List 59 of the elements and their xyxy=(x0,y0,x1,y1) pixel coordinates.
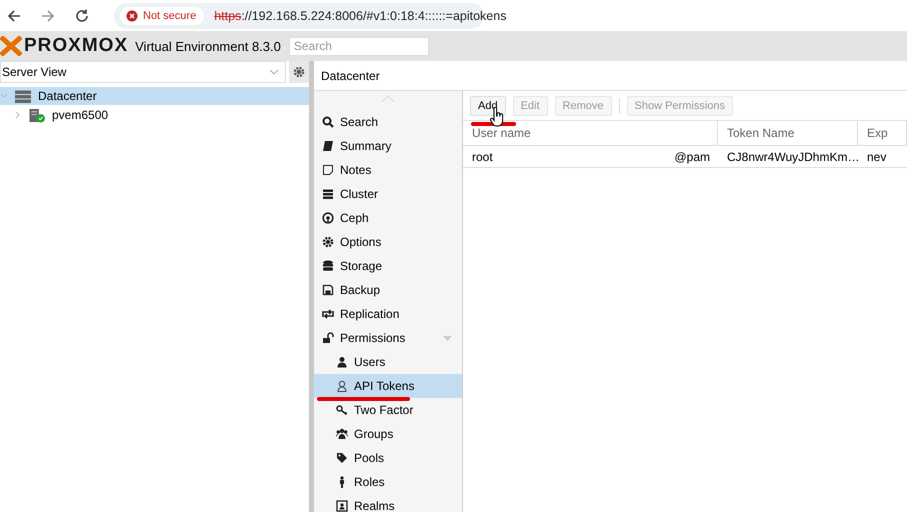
chevron-down-icon xyxy=(269,69,279,75)
table-cell: @pam xyxy=(674,150,710,164)
security-badge[interactable]: Not secure xyxy=(120,6,204,24)
server-rack-icon xyxy=(14,88,32,104)
tags-icon xyxy=(336,452,348,464)
nav-item[interactable]: Realms xyxy=(314,494,462,512)
unlock-icon xyxy=(322,332,334,344)
key-icon xyxy=(336,404,348,416)
product-title: Virtual Environment 8.3.0 xyxy=(135,38,281,54)
gear-icon xyxy=(322,236,334,248)
nav-item[interactable]: Groups xyxy=(314,422,462,446)
nav-item[interactable]: Ceph xyxy=(314,206,462,230)
id-card-icon xyxy=(336,500,348,512)
nav-item[interactable]: Notes xyxy=(314,158,462,182)
nav-item[interactable]: API Tokens xyxy=(314,374,462,398)
forward-icon[interactable] xyxy=(40,8,56,24)
tree-item[interactable]: Datacenter xyxy=(0,87,309,105)
search-icon xyxy=(322,116,334,128)
caret-down-icon[interactable] xyxy=(443,336,452,341)
column-header[interactable]: Exp xyxy=(858,121,907,146)
table-cell: CJ8nwr4WuyJDhmKm… xyxy=(718,146,858,168)
search-field[interactable]: Search xyxy=(288,36,429,56)
nav-item[interactable]: Backup xyxy=(314,278,462,302)
nav-item[interactable]: Storage xyxy=(314,254,462,278)
back-icon[interactable] xyxy=(6,8,22,24)
table-cell: root xyxy=(472,150,493,164)
arrows-icon xyxy=(322,308,334,320)
logo-text: PROXMOX xyxy=(24,35,128,57)
nav-item[interactable]: Permissions xyxy=(314,326,462,350)
table-cell: nev xyxy=(858,146,907,168)
url-text[interactable]: https://192.168.5.224:8006/#v1:0:18:4::::::=apitokens xyxy=(214,8,506,22)
nav-item[interactable]: Roles xyxy=(314,470,462,494)
nav-item[interactable]: Cluster xyxy=(314,182,462,206)
user-outline-icon xyxy=(336,380,348,392)
users-icon xyxy=(336,428,348,440)
view-dropdown[interactable]: Server View xyxy=(0,61,286,83)
nav-item[interactable]: Options xyxy=(314,230,462,254)
database-icon xyxy=(322,260,334,272)
tree-item[interactable]: pvem6500 xyxy=(0,106,309,124)
nav-item[interactable]: Search xyxy=(314,110,462,134)
server-icon xyxy=(322,188,334,200)
reload-icon[interactable] xyxy=(74,8,90,24)
note-icon xyxy=(322,164,334,176)
column-header[interactable]: Token Name xyxy=(718,121,858,146)
book-icon xyxy=(322,140,334,152)
nav-item[interactable]: Pools xyxy=(314,446,462,470)
nav-item[interactable]: Two Factor xyxy=(314,398,462,422)
nav-item[interactable]: Replication xyxy=(314,302,462,326)
logo-icon xyxy=(0,36,22,56)
settings-button[interactable] xyxy=(289,61,309,83)
chevron-right-icon[interactable] xyxy=(14,111,22,119)
hand-cursor-icon xyxy=(489,107,505,127)
user-icon xyxy=(336,356,348,368)
nav-item[interactable]: Summary xyxy=(314,134,462,158)
warning-icon xyxy=(126,10,138,22)
floppy-icon xyxy=(322,284,334,296)
settings-icon xyxy=(293,66,305,78)
nav-item[interactable]: Users xyxy=(314,350,462,374)
server-icon xyxy=(28,108,46,122)
